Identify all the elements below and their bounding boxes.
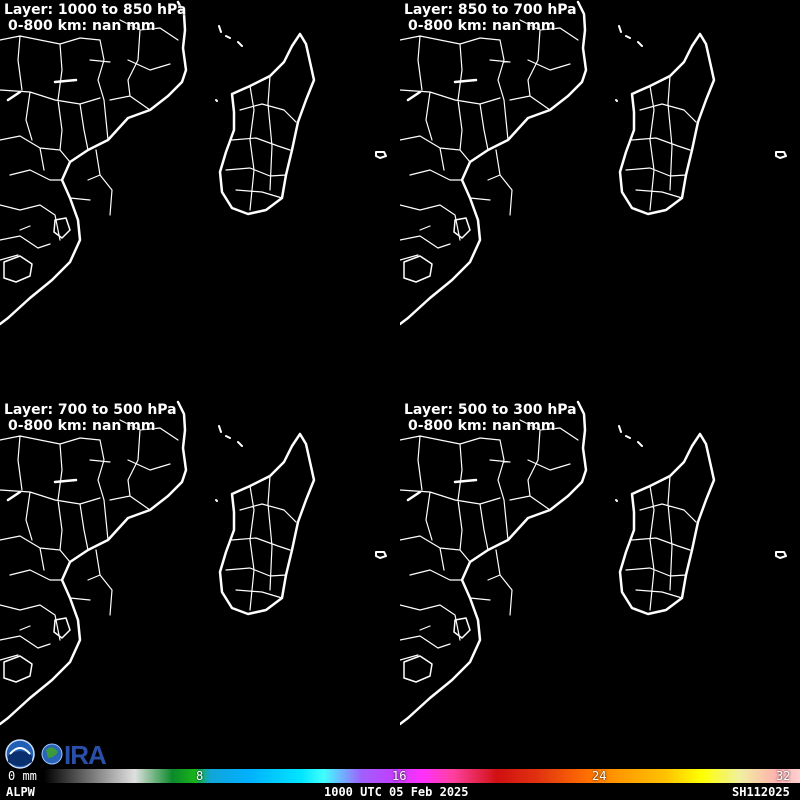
layer-label: Layer: 500 to 300 hPa [404, 402, 577, 418]
map-panel-2: Layer: 850 to 700 hPa 0-800 km: nan mm [400, 0, 800, 400]
svg-text:IRA: IRA [64, 740, 107, 770]
coastline-map [400, 0, 788, 326]
map-panel-4: Layer: 500 to 300 hPa 0-800 km: nan mm [400, 400, 800, 800]
layer-label: Layer: 1000 to 850 hPa [4, 2, 187, 18]
colorbar-tick: 32 [776, 769, 791, 783]
layer-label: Layer: 700 to 500 hPa [4, 402, 177, 418]
stat-label: 0-800 km: nan mm [408, 418, 556, 434]
layer-label: Layer: 850 to 700 hPa [404, 2, 577, 18]
coastline-map [400, 400, 788, 726]
colorbar-gradient [44, 769, 800, 783]
storm-id: SH112025 [732, 785, 790, 799]
footer-bar: ALPW 1000 UTC 05 Feb 2025 SH112025 [0, 784, 800, 800]
stat-label: 0-800 km: nan mm [8, 18, 156, 34]
colorbar-tick: 0 mm [8, 769, 37, 783]
colorbar-legend: 0 mm 8 16 24 32 [0, 769, 800, 785]
stat-label: 0-800 km: nan mm [8, 418, 156, 434]
stat-label: 0-800 km: nan mm [408, 18, 556, 34]
product-name: ALPW [6, 785, 35, 799]
valid-time: 1000 UTC 05 Feb 2025 [324, 785, 469, 799]
colorbar-tick: 8 [196, 769, 204, 783]
noaa-cira-logo: IRA [5, 739, 108, 770]
colorbar-tick: 24 [592, 769, 607, 783]
map-panel-1: Layer: 1000 to 850 hPa 0-800 km: nan mm [0, 0, 400, 400]
agency-logos: IRA [4, 738, 114, 770]
colorbar-tick: 16 [392, 769, 407, 783]
coastline-map [0, 0, 388, 326]
